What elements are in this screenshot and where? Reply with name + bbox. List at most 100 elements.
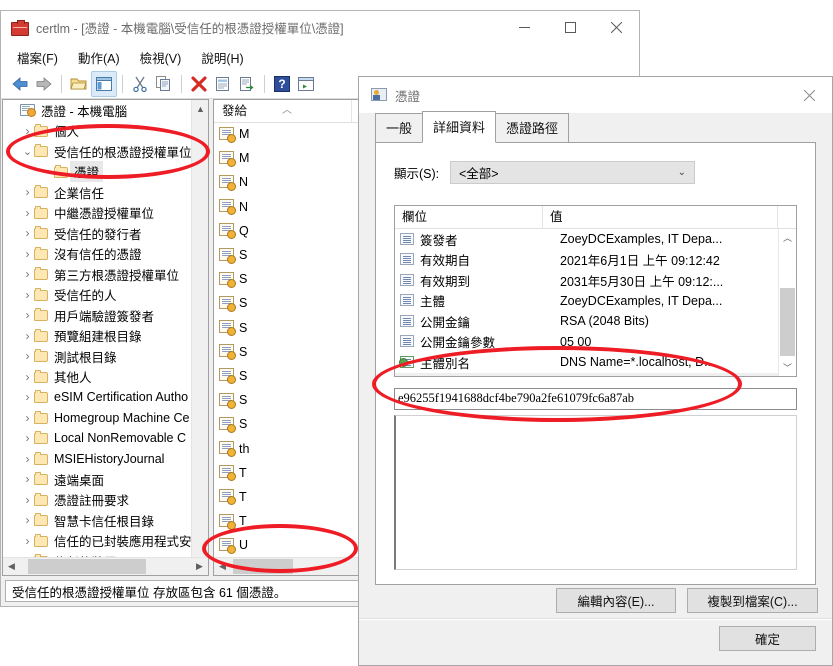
new-window-icon[interactable] <box>294 72 318 96</box>
tree-item-label: 測試根目錄 <box>54 350 117 365</box>
menu-file[interactable]: 檔案(F) <box>7 45 68 70</box>
tree-item[interactable]: › 個人 <box>3 121 192 142</box>
tree-item[interactable]: › 用戶端驗證簽發者 <box>3 305 192 326</box>
tree-root-label: 憑證 - 本機電腦 <box>41 104 128 119</box>
chevron-right-icon: › <box>25 308 30 323</box>
scroll-up-icon[interactable]: ▲ <box>192 100 208 117</box>
tree-root-node[interactable]: 憑證 - 本機電腦 <box>3 100 192 121</box>
tree-hscroll-track[interactable] <box>20 558 191 575</box>
tab-general[interactable]: 一般 <box>375 113 424 143</box>
certificate-icon <box>219 416 236 433</box>
list-item-label: T <box>239 514 247 529</box>
tree-item[interactable]: › 沒有信任的憑證 <box>3 244 192 265</box>
list-hscroll-thumb[interactable] <box>233 559 293 574</box>
tree-item[interactable]: › 遠端桌面 <box>3 469 192 490</box>
certificate-field-row[interactable]: 簽發者 ZoeyDCExamples, IT Depa... <box>395 229 796 250</box>
minimize-button[interactable] <box>501 11 547 44</box>
menu-help[interactable]: 說明(H) <box>191 45 253 70</box>
scroll-left-icon[interactable]: ◀ <box>214 558 231 575</box>
tab-details[interactable]: 詳細資料 <box>422 111 497 143</box>
folder-icon <box>34 431 49 445</box>
tree-item[interactable]: › Local NonRemovable C <box>3 428 192 449</box>
tree-item-label: 其他人 <box>54 371 92 386</box>
certificate-field-row[interactable]: 有效期到 2031年5月30日 上午 09:12:... <box>395 270 796 291</box>
close-button[interactable] <box>593 11 639 44</box>
edit-properties-button[interactable]: 編輯內容(E)... <box>556 588 676 613</box>
scroll-left-icon[interactable]: ◀ <box>3 558 20 575</box>
certificate-field-row[interactable]: 憑證指紋e96255f1941688dcf4be79... <box>395 372 796 376</box>
tree-item[interactable]: › 受信任的發行者 <box>3 223 192 244</box>
certificate-field-row[interactable]: 公開金鑰 RSA (2048 Bits) <box>395 311 796 332</box>
folder-icon <box>34 472 49 486</box>
copy-to-file-button[interactable]: 複製到檔案(C)... <box>687 588 818 613</box>
scroll-up-icon[interactable]: ︿ <box>779 229 796 246</box>
list-item-label: S <box>239 368 248 383</box>
chevron-right-icon: › <box>25 185 30 200</box>
tree-item[interactable]: › 測試根目錄 <box>3 346 192 367</box>
fields-scroll-thumb[interactable] <box>780 288 795 356</box>
fields-vertical-scrollbar[interactable]: ︿ ﹀ <box>778 229 796 376</box>
certificate-field-name: 簽發者 <box>420 233 458 248</box>
certificate-field-row[interactable]: 主體 ZoeyDCExamples, IT Depa... <box>395 291 796 312</box>
tree-item[interactable]: › 憑證註冊要求 <box>3 490 192 511</box>
certificate-field-name: 公開金鑰參數 <box>420 336 496 351</box>
properties-icon[interactable] <box>211 72 235 96</box>
toolbox-icon <box>10 19 29 37</box>
tree-item-label: 憑證 <box>70 161 104 183</box>
list-item-label: S <box>239 393 248 408</box>
fields-scroll-track[interactable] <box>779 246 796 359</box>
tree-item[interactable]: › 受信任的人 <box>3 285 192 306</box>
help-icon[interactable]: ? <box>270 72 294 96</box>
tree-item[interactable]: › eSIM Certification Autho <box>3 387 192 408</box>
tree-vertical-scrollbar[interactable]: ▲ <box>191 100 208 558</box>
tab-certification-path[interactable]: 憑證路徑 <box>495 113 570 143</box>
delete-icon[interactable] <box>187 72 211 96</box>
tree-horizontal-scrollbar[interactable]: ◀ ▶ <box>3 557 208 575</box>
list-item-label: M <box>239 127 250 142</box>
dialog-close-button[interactable] <box>786 77 832 113</box>
dialog-separator <box>359 618 832 620</box>
menu-view[interactable]: 檢視(V) <box>130 45 192 70</box>
details-tab-panel: 顯示(S): <全部> ⌄ 欄位 值 簽發者 ZoeyDCExamples, IT… <box>375 142 816 585</box>
back-icon[interactable] <box>8 72 32 96</box>
open-folder-icon[interactable] <box>67 72 91 96</box>
tree-item[interactable]: › Homegroup Machine Ce <box>3 408 192 429</box>
certificate-field-name: 主體 <box>420 295 446 310</box>
show-console-tree-icon[interactable] <box>91 71 117 97</box>
cut-icon[interactable] <box>128 72 152 96</box>
chevron-down-icon: ⌄ <box>22 145 33 158</box>
fields-rows: 簽發者 ZoeyDCExamples, IT Depa... 有效期自 2021年6月… <box>395 229 796 376</box>
certificate-field-row[interactable]: 有效期自 2021年6月1日 上午 09:12:42 <box>395 250 796 271</box>
menu-action[interactable]: 動作(A) <box>68 45 130 70</box>
tree-item[interactable]: › 智慧卡信任根目錄 <box>3 510 192 531</box>
tree-hscroll-thumb[interactable] <box>28 559 146 574</box>
tree-item[interactable]: 憑證 <box>3 161 192 183</box>
tree-item[interactable]: › 第三方根憑證授權單位 <box>3 264 192 285</box>
certificate-icon <box>219 513 236 530</box>
tree-item-label: 中繼憑證授權單位 <box>54 207 155 222</box>
tree-item[interactable]: › 中繼憑證授權單位 <box>3 203 192 224</box>
tree-item-label: 遠端桌面 <box>54 473 105 488</box>
scroll-right-icon[interactable]: ▶ <box>191 558 208 575</box>
copy-icon[interactable] <box>152 72 176 96</box>
export-icon[interactable] <box>235 72 259 96</box>
folder-icon <box>34 513 49 527</box>
chevron-placeholder <box>41 165 54 178</box>
maximize-button[interactable] <box>547 11 593 44</box>
show-select[interactable]: <全部> ⌄ <box>450 161 695 184</box>
tree-item[interactable]: › 企業信任 <box>3 182 192 203</box>
tree-item[interactable]: › 其他人 <box>3 367 192 388</box>
tree-item[interactable]: › 信任的已封裝應用程式安 <box>3 531 192 552</box>
chevron-right-icon: › <box>25 246 30 261</box>
certlm-title-bar: certlm - [憑證 - 本機電腦\受信任的根憑證授權單位\憑證] <box>1 11 639 44</box>
forward-icon[interactable] <box>32 72 56 96</box>
certificate-field-row[interactable]: 公開金鑰參數 05 00 <box>395 332 796 353</box>
tree-item[interactable]: › MSIEHistoryJournal <box>3 449 192 470</box>
scroll-down-icon[interactable]: ﹀ <box>779 359 796 376</box>
tree-item-label: 智慧卡信任根目錄 <box>54 514 155 529</box>
tree-item[interactable]: › 預覽組建根目錄 <box>3 326 192 347</box>
tree-item[interactable]: ⌄ 受信任的根憑證授權單位 <box>3 141 192 162</box>
ok-button[interactable]: 確定 <box>719 626 816 651</box>
certificate-field-row[interactable]: 主體別名 DNS Name=*.localhost, D... <box>395 352 796 373</box>
field-value-detail-area <box>394 415 797 570</box>
